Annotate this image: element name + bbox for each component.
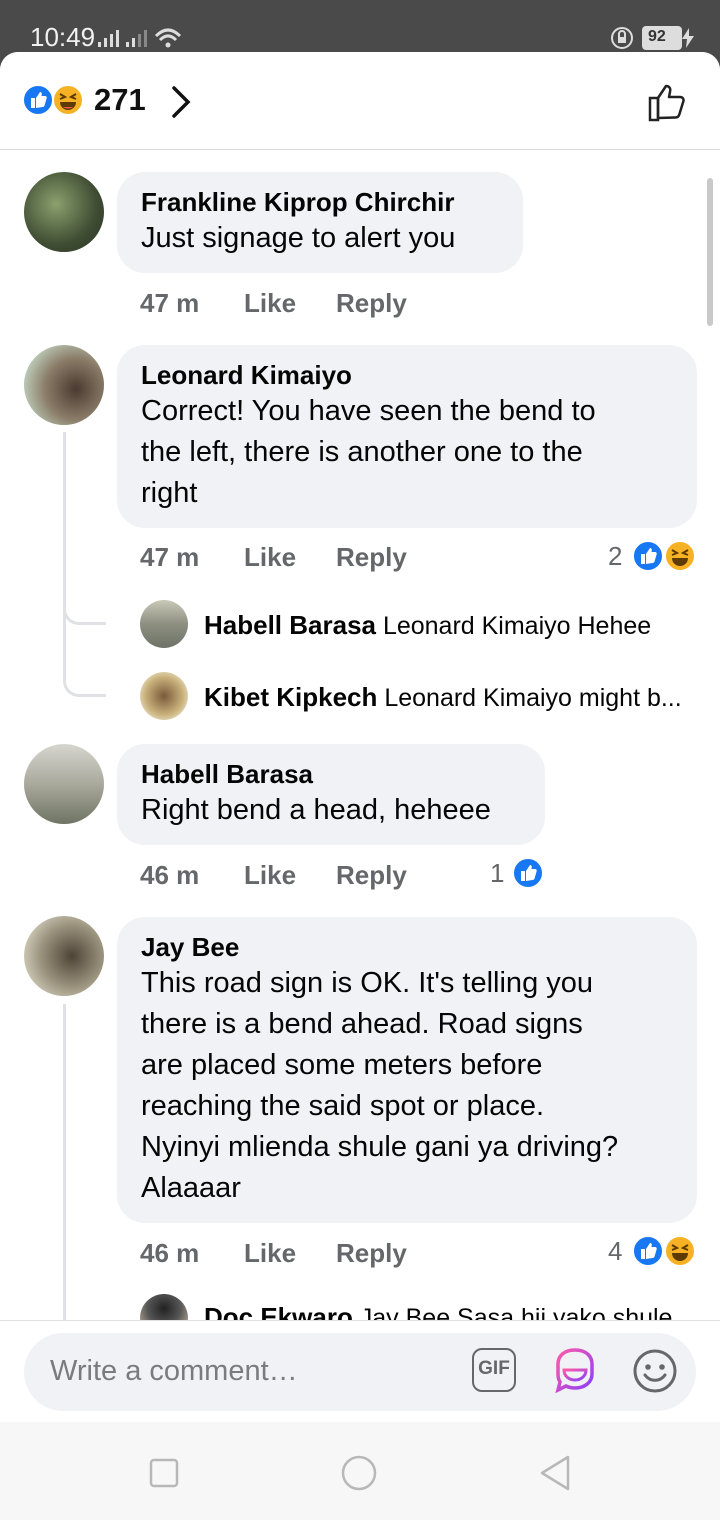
like-link[interactable]: Like (244, 288, 296, 319)
chevron-right-icon (172, 86, 191, 118)
comment-text-line: reaching the said spot or place. (141, 1090, 545, 1122)
comment-bubble[interactable]: Habell Barasa Right bend a head, heheee (117, 744, 545, 845)
reply-avatar[interactable] (140, 672, 188, 720)
status-bar: 10:49 92 (0, 0, 720, 60)
like-link[interactable]: Like (244, 542, 296, 573)
comment-author[interactable]: Jay Bee (141, 931, 673, 963)
thread-elbow (63, 622, 106, 697)
thread-elbow (63, 592, 106, 625)
system-navigation-bar (0, 1422, 720, 1520)
avatar[interactable] (24, 172, 104, 252)
like-link[interactable]: Like (244, 1238, 296, 1269)
comment-text-line: Correct! You have seen the bend to (141, 395, 596, 427)
comment-bubble[interactable]: Frankline Kiprop Chirchir Just signage t… (117, 172, 523, 273)
comment-text-line: the left, there is another one to the (141, 436, 583, 468)
status-time: 10:49 (30, 22, 96, 52)
reply-preview[interactable]: Habell Barasa Leonard Kimaiyo Hehee (204, 610, 651, 641)
comment-text: Just signage to alert you (141, 222, 456, 254)
back-icon[interactable] (538, 1454, 574, 1492)
reply-link[interactable]: Reply (336, 1238, 407, 1269)
gif-button[interactable]: GIF (472, 1348, 516, 1392)
reaction-count: 2 (608, 541, 623, 571)
reply-author[interactable]: Kibet Kipkech (204, 682, 377, 712)
haha-reaction-icon (664, 1235, 696, 1267)
haha-reaction-icon (52, 84, 84, 116)
like-reaction-icon (632, 540, 664, 572)
reply-link[interactable]: Reply (336, 542, 407, 573)
reactions-header: 271 (0, 52, 720, 150)
reply-author[interactable]: Habell Barasa (204, 610, 376, 640)
avatar[interactable] (24, 345, 104, 425)
comment-time: 46 m (140, 1238, 200, 1268)
comment-author[interactable]: Frankline Kiprop Chirchir (141, 186, 499, 218)
comment-reactions[interactable]: 2 (606, 539, 700, 573)
haha-reaction-icon (664, 540, 696, 572)
comment-text-line: are placed some meters before (141, 1049, 543, 1081)
comment-bubble[interactable]: Jay Bee This road sign is OK. It's telli… (117, 917, 697, 1223)
recent-apps-icon[interactable] (148, 1457, 180, 1489)
comment-text-line: Nyinyi mlienda shule gani ya driving? (141, 1131, 619, 1163)
reactions-summary[interactable]: 271 (20, 80, 200, 124)
comment-reactions[interactable]: 1 (488, 856, 550, 890)
battery-icon: 92 (642, 26, 682, 50)
like-link[interactable]: Like (244, 860, 296, 891)
reply-link[interactable]: Reply (336, 860, 407, 891)
avatar[interactable] (24, 744, 104, 824)
home-icon[interactable] (340, 1454, 378, 1492)
reply-avatar[interactable] (140, 600, 188, 648)
comment-text-line: right (141, 477, 198, 509)
avatar[interactable] (24, 916, 104, 996)
emoji-icon[interactable] (632, 1348, 678, 1394)
comment-input[interactable]: Write a comment… GIF (24, 1333, 696, 1411)
charging-icon (682, 28, 694, 48)
comment-placeholder: Write a comment… (50, 1355, 298, 1387)
reaction-count: 4 (608, 1236, 623, 1266)
reply-text: Leonard Kimaiyo might b... (384, 684, 682, 712)
comment-bubble[interactable]: Leonard Kimaiyo Correct! You have seen t… (117, 345, 697, 528)
comment-time: 47 m (140, 288, 200, 318)
comment-reactions[interactable]: 4 (606, 1234, 700, 1268)
gif-label: GIF (478, 1358, 510, 1379)
lock-rotation-icon (611, 27, 633, 49)
comment-text-line: there is a bend ahead. Road signs (141, 1008, 583, 1040)
battery-level: 92 (648, 28, 666, 45)
comment-text-line: This road sign is OK. It's telling you (141, 967, 594, 999)
like-reaction-icon (632, 1235, 664, 1267)
reaction-count: 1 (490, 858, 505, 888)
thread-line (63, 1004, 66, 1324)
scrollbar[interactable] (707, 178, 713, 326)
like-reaction-icon (512, 857, 544, 889)
comment-time: 47 m (140, 542, 200, 572)
comments-sheet: 271 Frankline Kiprop Chirchir Just signa… (0, 52, 720, 1422)
like-reaction-icon (22, 84, 54, 116)
comment-time: 46 m (140, 860, 200, 890)
reply-preview[interactable]: Kibet Kipkech Leonard Kimaiyo might b... (204, 682, 682, 713)
comment-author[interactable]: Leonard Kimaiyo (141, 359, 673, 391)
like-button-icon[interactable] (644, 78, 692, 126)
comment-text-line: Alaaaar (141, 1172, 241, 1204)
reply-text: Leonard Kimaiyo Hehee (382, 612, 652, 640)
comment-text: Right bend a head, heheee (141, 794, 491, 826)
signal-icon (98, 28, 182, 48)
reply-link[interactable]: Reply (336, 288, 407, 319)
reaction-count: 271 (94, 82, 146, 117)
comment-composer: Write a comment… GIF (0, 1320, 720, 1422)
avatar-sticker-icon[interactable] (550, 1346, 600, 1396)
comment-author[interactable]: Habell Barasa (141, 758, 521, 790)
